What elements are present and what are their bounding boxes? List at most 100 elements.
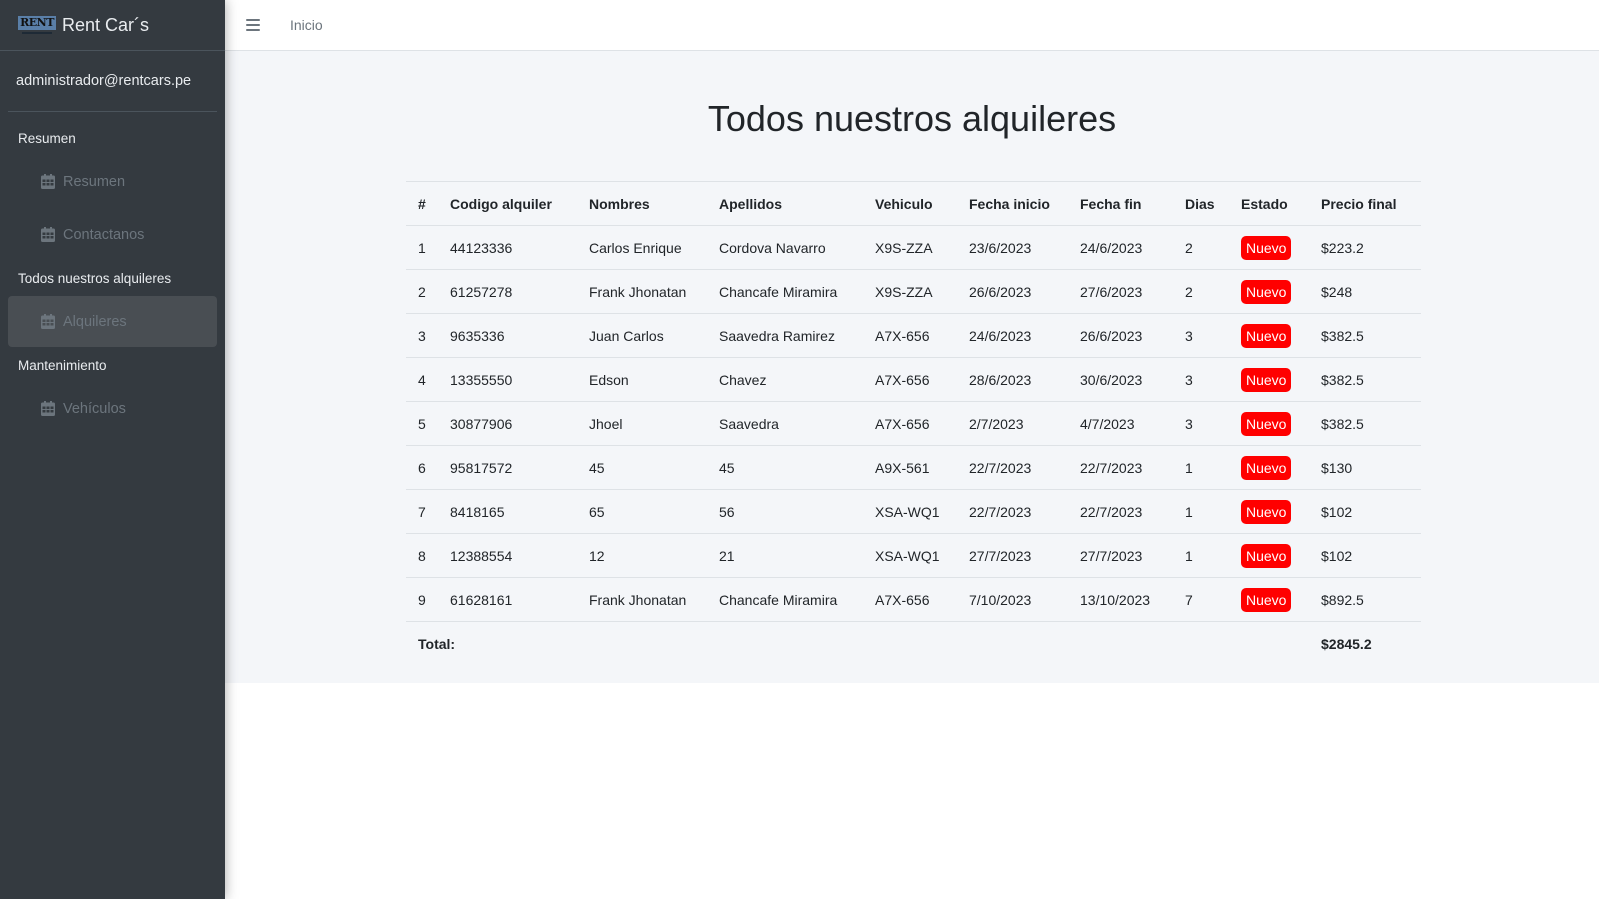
last-names: Saavedra [707, 401, 863, 446]
status-cell: Nuevo [1229, 269, 1309, 314]
sidebar-item-vehiculos[interactable]: Vehículos [8, 383, 217, 434]
start-date: 24/6/2023 [957, 313, 1068, 358]
start-date: 27/7/2023 [957, 533, 1068, 578]
days: 1 [1173, 445, 1229, 490]
vehicle-plate: A9X-561 [863, 445, 957, 490]
table-row: 1 44123336 Carlos Enrique Cordova Navarro X9… [406, 225, 1421, 270]
sidebar-item-alquileres[interactable]: Alquileres [8, 296, 217, 347]
end-date: 26/6/2023 [1068, 313, 1173, 358]
rental-code: 12388554 [438, 533, 577, 578]
status-badge: Nuevo [1241, 279, 1292, 304]
vehicle-plate: A7X-656 [863, 401, 957, 446]
calendar-icon [41, 174, 55, 189]
first-names: Frank Jhonatan [577, 269, 707, 314]
table-row: 7 8418165 65 56 XSA-WQ1 22/7/2023 22/7/2023 1 Nu… [406, 489, 1421, 534]
days: 1 [1173, 489, 1229, 534]
rental-code: 30877906 [438, 401, 577, 446]
days: 1 [1173, 533, 1229, 578]
end-date: 30/6/2023 [1068, 357, 1173, 402]
nav-header-alquileres: Todos nuestros alquileres [18, 270, 172, 286]
table-row: 2 61257278 Frank Jhonatan Chancafe Miramira… [406, 269, 1421, 314]
rental-code: 9635336 [438, 313, 577, 358]
rental-code: 95817572 [438, 445, 577, 490]
days: 3 [1173, 357, 1229, 402]
sidebar-item-label: Vehículos [63, 400, 126, 417]
brand-logo: RENT [18, 12, 56, 38]
first-names: Edson [577, 357, 707, 402]
rental-code: 61628161 [438, 577, 577, 622]
table-row: 9 61628161 Frank Jhonatan Chancafe Miramira… [406, 577, 1421, 622]
column-header: Nombres [577, 181, 707, 226]
table-row: 8 12388554 12 21 XSA-WQ1 27/7/2023 27/7/2023 1 N… [406, 533, 1421, 578]
vehicle-plate: X9S-ZZA [863, 269, 957, 314]
column-header: Apellidos [707, 181, 863, 226]
end-date: 24/6/2023 [1068, 225, 1173, 270]
home-link[interactable]: Inicio [290, 17, 323, 33]
last-names: Saavedra Ramirez [707, 313, 863, 358]
row-number: 2 [406, 269, 438, 314]
sidebar-item-contactanos[interactable]: Contactanos [8, 209, 217, 260]
end-date: 27/6/2023 [1068, 269, 1173, 314]
brand-link[interactable]: RENT Rent Car´s [0, 0, 225, 51]
nav-header-mantenimiento: Mantenimiento [18, 357, 107, 373]
last-names: Chancafe Miramira [707, 269, 863, 314]
days: 7 [1173, 577, 1229, 622]
status-badge: Nuevo [1241, 455, 1292, 480]
status-badge: Nuevo [1241, 499, 1292, 524]
last-names: Cordova Navarro [707, 225, 863, 270]
sidebar-item-label: Resumen [63, 173, 126, 190]
vehicle-plate: A7X-656 [863, 577, 957, 622]
days: 2 [1173, 225, 1229, 270]
final-price: $382.5 [1309, 313, 1421, 358]
final-price: $248 [1309, 269, 1421, 314]
first-names: Jhoel [577, 401, 707, 446]
table-row: 4 13355550 Edson Chavez A7X-656 28/6/2023 30/6… [406, 357, 1421, 402]
status-badge: Nuevo [1241, 587, 1292, 612]
end-date: 22/7/2023 [1068, 445, 1173, 490]
brand-logo-text: RENT [18, 16, 56, 30]
end-date: 27/7/2023 [1068, 533, 1173, 578]
table-total-row: Total: $2845.2 [406, 622, 1421, 666]
status-cell: Nuevo [1229, 577, 1309, 622]
row-number: 4 [406, 357, 438, 402]
row-number: 1 [406, 225, 438, 270]
final-price: $382.5 [1309, 401, 1421, 446]
row-number: 9 [406, 577, 438, 622]
sidebar-item-label: Alquileres [63, 313, 127, 330]
total-value: $2845.2 [1321, 635, 1372, 652]
first-names: 65 [577, 489, 707, 534]
main-content: Todos nuestros alquileres # Codigo alqui… [225, 51, 1599, 683]
nav-header-resumen: Resumen [18, 130, 76, 146]
user-email[interactable]: administrador@rentcars.pe [16, 73, 191, 89]
start-date: 28/6/2023 [957, 357, 1068, 402]
hamburger-icon[interactable] [246, 19, 260, 31]
final-price: $892.5 [1309, 577, 1421, 622]
calendar-icon [41, 314, 55, 329]
column-header: Estado [1229, 181, 1309, 226]
rental-code: 61257278 [438, 269, 577, 314]
start-date: 7/10/2023 [957, 577, 1068, 622]
vehicle-plate: XSA-WQ1 [863, 533, 957, 578]
row-number: 8 [406, 533, 438, 578]
first-names: Juan Carlos [577, 313, 707, 358]
status-cell: Nuevo [1229, 401, 1309, 446]
end-date: 4/7/2023 [1068, 401, 1173, 446]
top-navbar: Inicio [225, 0, 1599, 51]
calendar-icon [41, 227, 55, 242]
end-date: 22/7/2023 [1068, 489, 1173, 534]
last-names: Chavez [707, 357, 863, 402]
row-number: 7 [406, 489, 438, 534]
column-header: Dias [1173, 181, 1229, 226]
sidebar-item-resumen[interactable]: Resumen [8, 156, 217, 207]
vehicle-plate: X9S-ZZA [863, 225, 957, 270]
days: 2 [1173, 269, 1229, 314]
final-price: $102 [1309, 489, 1421, 534]
end-date: 13/10/2023 [1068, 577, 1173, 622]
final-price: $130 [1309, 445, 1421, 490]
last-names: 45 [707, 445, 863, 490]
calendar-icon [41, 401, 55, 416]
days: 3 [1173, 313, 1229, 358]
column-header: Fecha fin [1068, 181, 1173, 226]
status-cell: Nuevo [1229, 489, 1309, 534]
column-header: Vehiculo [863, 181, 957, 226]
